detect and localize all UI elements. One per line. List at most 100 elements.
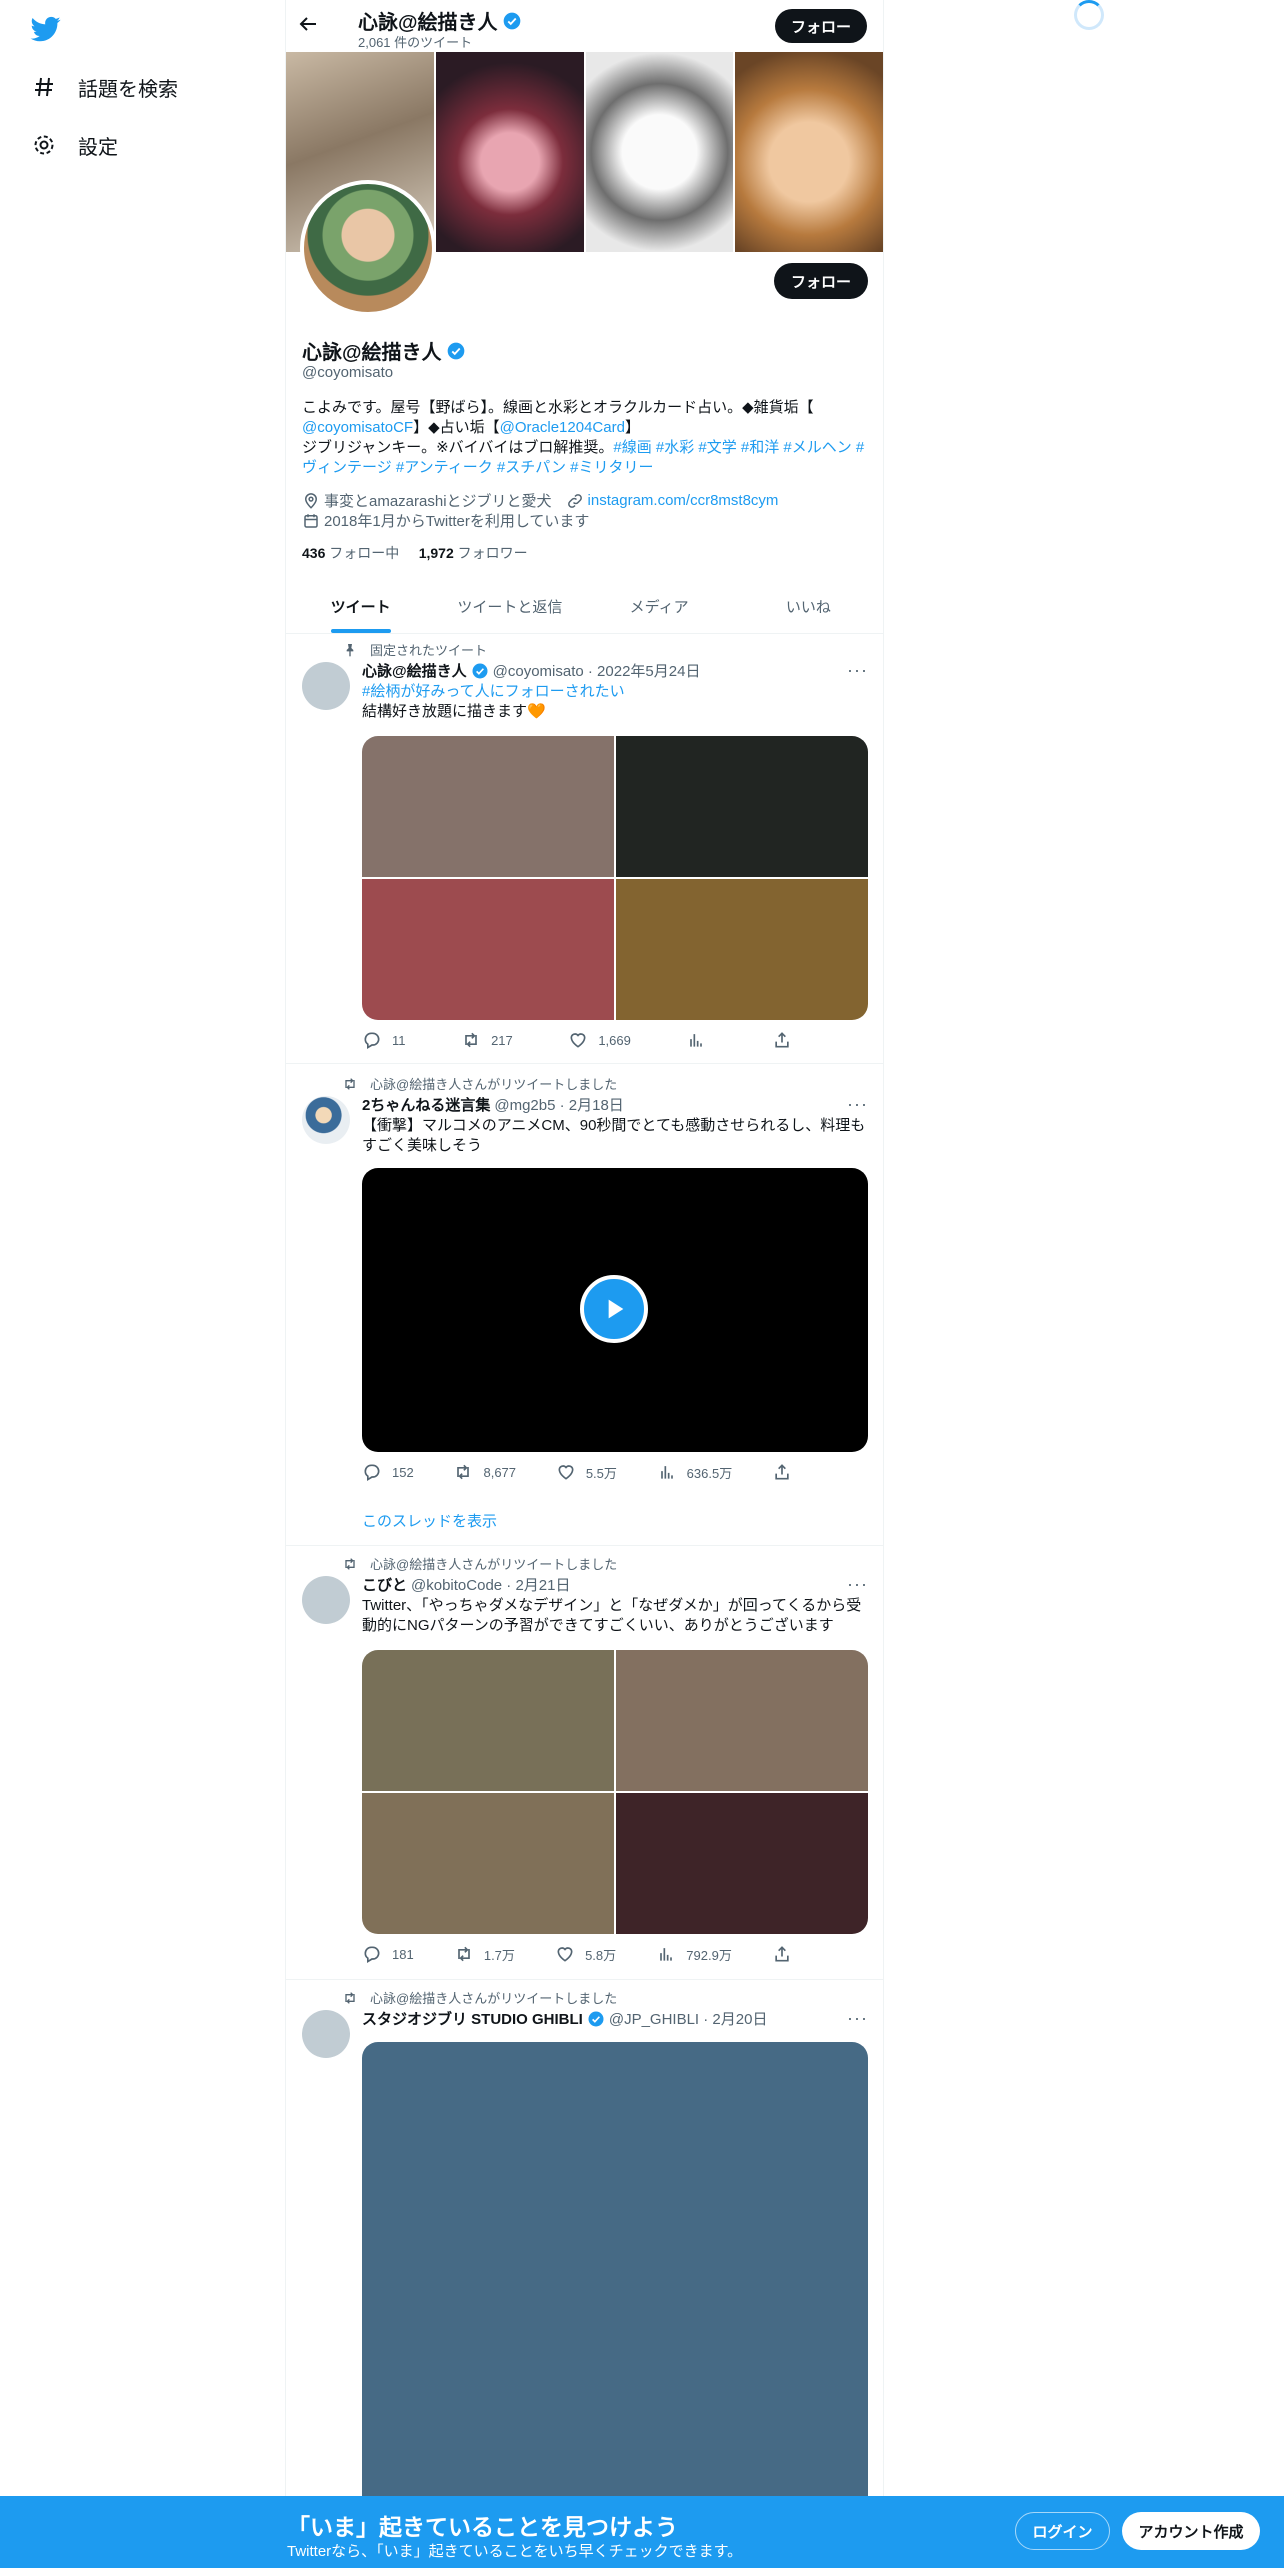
- followers-link[interactable]: 1,972 フォロワー: [419, 545, 528, 561]
- profile-joined: 2018年1月からTwitterを利用しています: [324, 513, 590, 530]
- reply-button[interactable]: 181: [362, 1944, 414, 1964]
- like-button[interactable]: 5.8万: [555, 1944, 616, 1964]
- tweet-author-name[interactable]: こびと: [362, 1574, 407, 1595]
- tab-tweets-and-replies[interactable]: ツイートと返信: [435, 580, 584, 633]
- reply-icon: [364, 1032, 380, 1049]
- signup-banner-title: 「いま」起きていることを見つけよう: [287, 2514, 678, 2540]
- tweet-video[interactable]: [362, 1168, 868, 1452]
- twitter-logo-icon[interactable]: [30, 14, 66, 44]
- profile-avatar[interactable]: [300, 180, 436, 316]
- tweet-actions: 152 8,677 5.5万 636.5万: [362, 1462, 802, 1482]
- share-button[interactable]: [772, 1944, 802, 1964]
- show-thread-link[interactable]: このスレッドを表示: [362, 1510, 497, 1531]
- tweet-author-name[interactable]: 心詠@絵描き人: [362, 660, 467, 681]
- share-button[interactable]: [772, 1462, 802, 1482]
- loading-spinner-icon: [1074, 0, 1104, 30]
- tab-likes[interactable]: いいね: [734, 580, 883, 633]
- avatar[interactable]: [302, 1576, 350, 1624]
- tweet-hashtag[interactable]: #絵柄が好みって人にフォローされたい: [362, 683, 625, 700]
- tweet-retweet-1[interactable]: 心詠@絵描き人さんがリツイートしました 2ちゃんねる迷言集 @mg2b5 · 2…: [286, 1064, 883, 1546]
- sidebar-item-settings[interactable]: 設定: [30, 123, 118, 167]
- tweet-media-grid[interactable]: [362, 1650, 868, 1934]
- tweet-author-name[interactable]: 2ちゃんねる迷言集: [362, 1094, 490, 1115]
- tweet-text: 【衝撃】マルコメのアニメCM、90秒間でとても感動させられるし、料理もすごく美味…: [362, 1117, 866, 1154]
- reply-button[interactable]: 152: [362, 1462, 414, 1482]
- pin-icon: [346, 643, 354, 657]
- tweet-context: 固定されたツイート: [342, 640, 487, 659]
- views-button[interactable]: 792.9万: [656, 1944, 732, 1964]
- tweet-media[interactable]: [362, 2042, 868, 2568]
- profile-url-link[interactable]: instagram.com/ccr8mst8cym: [588, 492, 779, 509]
- gear-icon: [30, 131, 58, 159]
- back-arrow-icon[interactable]: [296, 12, 324, 40]
- avatar[interactable]: [302, 1096, 350, 1144]
- retweet-icon: [465, 1032, 477, 1048]
- sidebar-item-explore[interactable]: 話題を検索: [30, 65, 178, 109]
- tweet-handle-date[interactable]: @coyomisato · 2022年5月24日: [493, 660, 701, 681]
- share-icon: [775, 1464, 789, 1480]
- profile-tabs: ツイート ツイートと返信 メディア いいね: [286, 580, 883, 634]
- verified-badge-icon: [503, 12, 520, 29]
- bio-mention-link[interactable]: @Oracle1204Card: [500, 419, 625, 436]
- analytics-icon: [660, 1466, 673, 1479]
- header-name: 心詠@絵描き人: [358, 6, 522, 35]
- tab-media[interactable]: メディア: [585, 580, 734, 633]
- tweet-retweet-3[interactable]: 心詠@絵描き人さんがリツイートしました スタジオジブリ STUDIO GHIBL…: [286, 1980, 883, 2568]
- retweet-icon: [457, 1464, 470, 1480]
- profile-meta-row: 事変とamazarashiとジブリと愛犬 instagram.com/ccr8m…: [302, 490, 778, 511]
- left-sidebar: 話題を検索 設定: [0, 0, 285, 2568]
- share-icon: [775, 1946, 789, 1962]
- tweet-media-grid[interactable]: [362, 736, 868, 1020]
- signup-button[interactable]: アカウント作成: [1122, 2512, 1260, 2550]
- tweet-header: 2ちゃんねる迷言集 @mg2b5 · 2月18日: [362, 1094, 624, 1115]
- retweet-icon: [345, 1991, 355, 2004]
- tweet-header: 心詠@絵描き人 @coyomisato · 2022年5月24日: [362, 660, 700, 681]
- more-options-icon[interactable]: ···: [847, 660, 867, 680]
- tweet-retweet-2[interactable]: 心詠@絵描き人さんがリツイートしました こびと @kobitoCode · 2月…: [286, 1546, 883, 1980]
- like-button[interactable]: 1,669: [568, 1030, 631, 1050]
- following-link[interactable]: 436 フォロー中: [302, 545, 399, 561]
- location-icon: [304, 492, 318, 509]
- more-options-icon[interactable]: ···: [847, 2008, 867, 2028]
- tweet-header: スタジオジブリ STUDIO GHIBLI @JP_GHIBLI · 2月20日: [362, 2008, 767, 2029]
- retweet-button[interactable]: 217: [461, 1030, 513, 1050]
- profile-joined-row: 2018年1月からTwitterを利用しています: [302, 510, 589, 531]
- follow-stats: 436 フォロー中 1,972 フォロワー: [302, 543, 528, 563]
- tweet-handle-date[interactable]: @kobitoCode · 2月21日: [411, 1574, 570, 1595]
- link-icon: [567, 493, 582, 508]
- verified-badge-icon: [588, 2011, 604, 2026]
- header-follow-button[interactable]: フォロー: [775, 9, 867, 43]
- share-button[interactable]: [772, 1030, 802, 1050]
- analytics-icon: [660, 1948, 673, 1961]
- more-options-icon[interactable]: ···: [847, 1094, 867, 1114]
- bio-mention-link[interactable]: @coyomisatoCF: [302, 419, 413, 436]
- tweet-handle-date[interactable]: @JP_GHIBLI · 2月20日: [609, 2008, 768, 2029]
- share-icon: [775, 1032, 789, 1048]
- login-button[interactable]: ログイン: [1015, 2512, 1110, 2550]
- avatar[interactable]: [302, 662, 350, 710]
- retweet-icon: [345, 1077, 355, 1090]
- calendar-icon: [304, 513, 318, 528]
- tweet-handle-date[interactable]: @mg2b5 · 2月18日: [494, 1094, 623, 1115]
- play-button-icon[interactable]: [580, 1275, 648, 1343]
- sidebar-item-label: 話題を検索: [78, 78, 178, 101]
- heart-icon: [557, 1947, 573, 1962]
- avatar[interactable]: [302, 2010, 350, 2058]
- tweet-pinned[interactable]: 固定されたツイート 心詠@絵描き人 @coyomisato · 2022年5月2…: [286, 634, 883, 1064]
- profile-name: 心詠@絵描き人: [302, 336, 466, 365]
- views-button[interactable]: [686, 1030, 716, 1050]
- retweet-button[interactable]: 8,677: [453, 1462, 516, 1482]
- verified-badge-icon: [472, 663, 488, 678]
- like-button[interactable]: 5.5万: [556, 1462, 617, 1482]
- signup-banner-subtitle: Twitterなら、「いま」起きていることをいち早くチェックできます。: [287, 2543, 743, 2560]
- views-button[interactable]: 636.5万: [657, 1462, 732, 1482]
- tab-tweets[interactable]: ツイート: [286, 580, 435, 633]
- tweet-author-name[interactable]: スタジオジブリ STUDIO GHIBLI: [362, 2008, 583, 2029]
- tweet-count: 2,061 件のツイート: [358, 35, 473, 50]
- follow-button[interactable]: フォロー: [774, 263, 868, 299]
- retweet-button[interactable]: 1.7万: [454, 1944, 515, 1964]
- more-options-icon[interactable]: ···: [847, 1574, 867, 1594]
- reply-button[interactable]: 11: [362, 1030, 406, 1050]
- profile-location: 事変とamazarashiとジブリと愛犬: [324, 493, 552, 510]
- tweet-text: Twitter、「やっちゃダメなデザイン」と「なぜダメか」が回ってくるから受動的…: [362, 1597, 862, 1634]
